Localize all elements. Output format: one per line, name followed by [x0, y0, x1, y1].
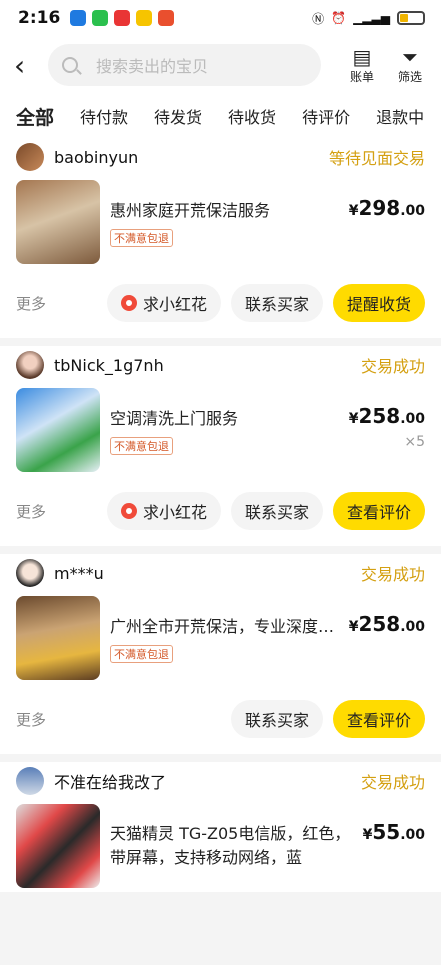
order-status: 等待见面交易	[328, 149, 425, 168]
order-tabs: 全部 待付款 待发货 待收货 待评价 退款中	[0, 94, 441, 138]
buyer-name: tbNick_1g7nh	[54, 355, 164, 375]
view-review-button[interactable]: 查看评价	[332, 700, 425, 738]
wechat-icon	[92, 10, 109, 26]
order-list: baobinyun 等待见面交易 惠州家庭开荒保洁服务 不满意包退 ¥298.0…	[0, 138, 441, 892]
more-button[interactable]: 更多	[16, 709, 46, 730]
product-image[interactable]	[16, 180, 100, 264]
product-title[interactable]: 空调清洗上门服务	[110, 405, 345, 429]
contact-buyer-button[interactable]: 联系买家	[230, 492, 323, 530]
tab-pending-review[interactable]: 待评价	[302, 104, 350, 128]
contact-buyer-button[interactable]: 联系买家	[230, 700, 323, 738]
bill-button[interactable]: ▤ 账单	[341, 46, 383, 85]
tab-all[interactable]: 全部	[16, 103, 55, 130]
product-title[interactable]: 广州全市开荒保洁，专业深度…	[110, 613, 345, 637]
flower-button[interactable]: 求小红花	[106, 284, 221, 322]
order-status: 交易成功	[360, 773, 425, 792]
filter-label: 筛选	[397, 69, 422, 84]
product-title[interactable]: 惠州家庭开荒保洁服务	[110, 197, 345, 221]
app-icon	[136, 10, 153, 26]
flower-button[interactable]: 求小红花	[106, 492, 221, 530]
price: ¥258.00	[348, 612, 425, 636]
top-bar: ‹ 搜索卖出的宝贝 ▤ 账单 ⏷ 筛选	[0, 36, 441, 94]
video-app-icon	[114, 10, 131, 26]
order-status: 交易成功	[360, 565, 425, 584]
return-tag: 不满意包退	[110, 229, 173, 247]
order-card[interactable]: baobinyun 等待见面交易 惠州家庭开荒保洁服务 不满意包退 ¥298.0…	[0, 138, 441, 338]
price: ¥55.00	[362, 820, 425, 844]
flower-icon	[120, 295, 137, 311]
product-image[interactable]	[16, 804, 100, 888]
battery-icon	[397, 11, 425, 25]
buyer-name: baobinyun	[54, 147, 139, 167]
filter-icon: ⏷	[402, 44, 418, 69]
search-input[interactable]: 搜索卖出的宝贝	[48, 44, 321, 86]
app-icon-2	[158, 10, 175, 26]
status-bar: 2:16 Ⓝ ⏰ ▁▂▃▅	[0, 0, 441, 36]
order-card[interactable]: m***u 交易成功 广州全市开荒保洁，专业深度… 不满意包退 ¥258.00 …	[0, 554, 441, 754]
more-button[interactable]: 更多	[16, 293, 46, 314]
back-icon[interactable]: ‹	[14, 49, 44, 82]
avatar[interactable]	[16, 351, 44, 379]
avatar[interactable]	[16, 767, 44, 795]
quantity: ×5	[404, 434, 425, 450]
filter-button[interactable]: ⏷ 筛选	[389, 46, 431, 85]
alarm-icon: ⏰	[331, 11, 347, 25]
product-image[interactable]	[16, 388, 100, 472]
contact-buyer-button[interactable]: 联系买家	[230, 284, 323, 322]
signal-icon: ▁▂▃▅	[353, 11, 390, 25]
product-title[interactable]: 天猫精灵 TG-Z05电信版，红色，带屏幕，支持移动网络，蓝	[110, 822, 361, 870]
order-status: 交易成功	[360, 357, 425, 376]
avatar[interactable]	[16, 559, 44, 587]
flower-icon	[120, 503, 137, 519]
bill-icon: ▤	[352, 44, 372, 69]
app-notification-icon	[70, 10, 87, 26]
avatar[interactable]	[16, 143, 44, 171]
product-image[interactable]	[16, 596, 100, 680]
return-tag: 不满意包退	[110, 645, 173, 663]
tab-refund[interactable]: 退款中	[376, 104, 424, 128]
tab-pending-receipt[interactable]: 待收货	[228, 104, 276, 128]
remind-receipt-button[interactable]: 提醒收货	[332, 284, 425, 322]
buyer-name: m***u	[54, 563, 104, 583]
nfc-icon: Ⓝ	[312, 11, 325, 26]
search-placeholder: 搜索卖出的宝贝	[96, 57, 209, 76]
bill-label: 账单	[349, 69, 374, 84]
tab-pending-shipment[interactable]: 待发货	[154, 104, 202, 128]
clock: 2:16	[18, 8, 61, 28]
price: ¥258.00 ×5	[345, 404, 425, 450]
tab-pending-payment[interactable]: 待付款	[80, 104, 128, 128]
price: ¥298.00	[348, 196, 425, 220]
view-review-button[interactable]: 查看评价	[332, 492, 425, 530]
order-card[interactable]: tbNick_1g7nh 交易成功 空调清洗上门服务 不满意包退 ¥258.00…	[0, 346, 441, 546]
buyer-name: 不准在给我改了	[54, 773, 167, 792]
search-icon	[62, 57, 78, 73]
order-card[interactable]: 不准在给我改了 交易成功 天猫精灵 TG-Z05电信版，红色，带屏幕，支持移动网…	[0, 762, 441, 892]
return-tag: 不满意包退	[110, 437, 173, 455]
more-button[interactable]: 更多	[16, 501, 46, 522]
